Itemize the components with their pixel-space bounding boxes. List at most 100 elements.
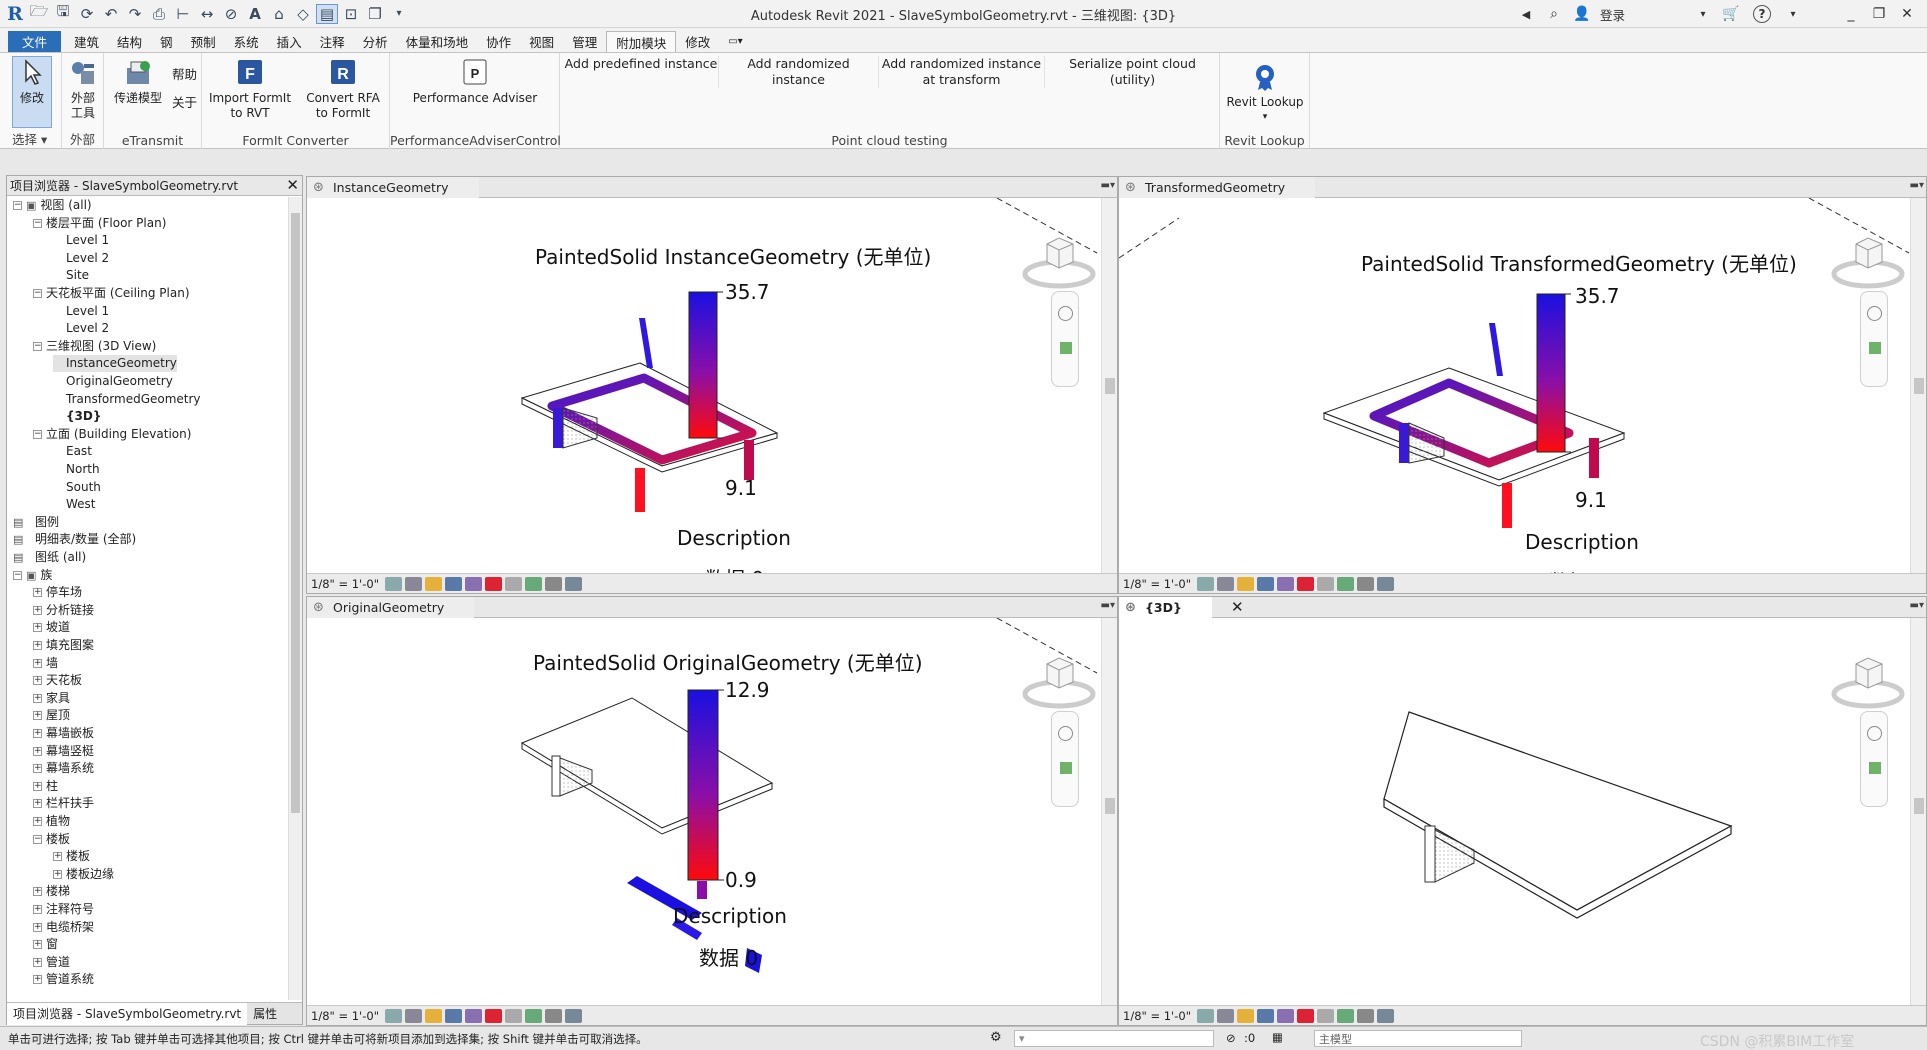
view-vscroll-thumb[interactable] [1105,798,1115,814]
browser-item[interactable]: West [53,496,96,513]
performance-adviser-button[interactable]: P Performance Adviser [400,57,550,106]
browser-item[interactable]: − ▣ 族 [13,567,52,584]
switch-windows-icon[interactable]: ❐ [364,4,386,24]
view-canvas[interactable]: PaintedSolid TransformedGeometry (无单位) 3… [1119,197,1910,593]
ribbon-tab-9[interactable]: 体量和场地 [397,31,478,52]
browser-item[interactable]: + 墙 [33,655,58,672]
view-scale[interactable]: 1/8" = 1'-0" [1123,1009,1191,1023]
browser-item[interactable]: + 植物 [33,813,70,830]
ribbon-tab-1[interactable]: 建筑 [65,31,108,52]
browser-item[interactable]: + 电缆桥架 [33,919,94,936]
tag-icon[interactable]: ⊘ [220,4,242,24]
open-icon[interactable]: 🗁 [28,2,50,24]
customize-qat-icon[interactable]: ▾ [388,4,410,24]
viewcube-icon[interactable] [1828,224,1908,294]
ribbon-tab-8[interactable]: 分析 [354,31,397,52]
tree-toggle-icon[interactable]: − [13,201,22,210]
view-vscroll[interactable] [1101,618,1117,1005]
worksets-icon[interactable]: ⚙ [990,1030,1002,1045]
view-tab-3d[interactable]: ⊛ {3D} [1119,597,1212,618]
login-dropdown-icon[interactable]: ▾ [1689,0,1717,28]
zoom-icon[interactable] [1060,762,1072,774]
design-options-field[interactable]: ▾ [1014,1030,1214,1047]
back-icon[interactable]: ◀ [1512,0,1540,28]
browser-item[interactable]: + 楼板边缘 [53,866,114,883]
tree-toggle-icon[interactable]: + [33,957,42,967]
tree-toggle-icon[interactable]: + [33,799,42,809]
section-icon[interactable]: ◇ [292,4,314,24]
browser-item[interactable]: + 注释符号 [33,901,94,918]
3d-view-icon[interactable]: ⌂ [268,4,290,24]
tree-toggle-icon[interactable]: + [33,711,42,721]
view-close-icon[interactable]: ✕ [1231,598,1244,616]
tree-toggle-icon[interactable]: − [33,834,42,844]
text-icon[interactable]: A [244,4,266,24]
browser-item[interactable]: OriginalGeometry [53,373,173,390]
browser-item[interactable]: ▤ 明细表/数量 (全部) [13,531,136,548]
tree-toggle-icon[interactable]: + [53,852,62,862]
tree-toggle-icon[interactable]: − [33,429,42,439]
viewcube-icon[interactable] [1019,224,1099,294]
viewcube-icon[interactable] [1828,644,1908,714]
tree-toggle-icon[interactable]: + [33,922,42,932]
tree-toggle-icon[interactable]: + [33,905,42,914]
view-canvas[interactable]: PaintedSolid OriginalGeometry (无单位) 12.9… [307,617,1101,1005]
revit-logo-icon[interactable]: R [4,3,26,25]
view-menu-icon[interactable]: ▬▾ [1101,600,1115,611]
help-dropdown-icon[interactable]: ▾ [1779,0,1807,28]
browser-item[interactable]: − ▣ 视图 (all) [13,197,92,214]
view-menu-icon[interactable]: ▬▾ [1910,600,1924,611]
cart-icon[interactable]: 🛒 [1717,0,1745,28]
browser-item[interactable]: {3D} [53,408,101,425]
zoom-icon[interactable] [1869,342,1881,354]
close-button[interactable]: ✕ [1893,0,1921,28]
browser-item[interactable]: + 天花板 [33,672,82,689]
filter-icon[interactable]: ▦ [1272,1030,1283,1044]
browser-item[interactable]: + 幕墙系统 [33,760,94,777]
browser-item[interactable]: InstanceGeometry [53,355,177,373]
ribbon-tab-3[interactable]: 钢 [151,31,182,52]
browser-item[interactable]: + 楼板 [53,848,90,865]
help-icon[interactable]: ? [1753,5,1771,23]
browser-scroll-thumb[interactable] [291,213,300,813]
browser-item[interactable]: + 窗 [33,936,58,953]
steering-wheel-icon[interactable] [1058,726,1073,741]
tree-toggle-icon[interactable]: + [33,693,42,703]
browser-item[interactable]: − 立面 (Building Elevation) [33,426,191,443]
browser-item[interactable]: ▤ 图例 [13,514,59,531]
browser-item[interactable]: South [53,479,101,496]
browser-item[interactable]: + 栏杆扶手 [33,795,94,812]
navigation-bar[interactable] [1860,711,1888,807]
editing-requests-icon[interactable]: ⊘ [1226,1031,1236,1045]
tree-toggle-icon[interactable]: + [33,605,42,615]
tree-toggle-icon[interactable]: + [33,975,42,985]
minimize-button[interactable]: _ [1837,0,1865,28]
tree-toggle-icon[interactable]: + [33,781,42,791]
ribbon-tab-6[interactable]: 插入 [268,31,311,52]
convert-rfa-button[interactable]: R Convert RFA to FormIt [298,57,388,121]
view-vscroll[interactable] [1910,198,1926,573]
browser-item[interactable]: Level 2 [53,250,109,267]
ribbon-tab-13[interactable]: 附加模块 [606,31,677,52]
browser-item[interactable]: Level 1 [53,232,109,249]
active-model-field[interactable]: 主模型 [1314,1030,1522,1047]
browser-item[interactable]: − 三维视图 (3D View) [33,338,156,355]
tree-toggle-icon[interactable]: + [33,817,42,826]
tree-toggle-icon[interactable]: + [33,641,42,650]
tree-toggle-icon[interactable]: + [33,940,42,950]
tree-toggle-icon[interactable]: − [33,289,42,298]
lookup-dropdown-icon[interactable]: ▾ [1263,110,1268,125]
tree-toggle-icon[interactable]: − [13,570,22,580]
view-vscroll-thumb[interactable] [1105,378,1115,394]
view-menu-icon[interactable]: ▬▾ [1101,180,1115,191]
tree-toggle-icon[interactable]: + [33,887,42,897]
browser-item[interactable]: + 幕墙嵌板 [33,725,94,742]
browser-item[interactable]: Level 2 [53,320,109,337]
browser-item[interactable]: + 柱 [33,778,58,795]
tab-project-browser[interactable]: 项目浏览器 - SlaveSymbolGeometry.rvt [7,1002,248,1025]
steering-wheel-icon[interactable] [1058,306,1073,321]
import-formit-button[interactable]: F Import FormIt to RVT [206,57,294,121]
browser-close-icon[interactable]: ✕ [286,176,299,194]
browser-scrollbar[interactable] [288,197,302,1000]
view-vscroll[interactable] [1101,198,1117,573]
